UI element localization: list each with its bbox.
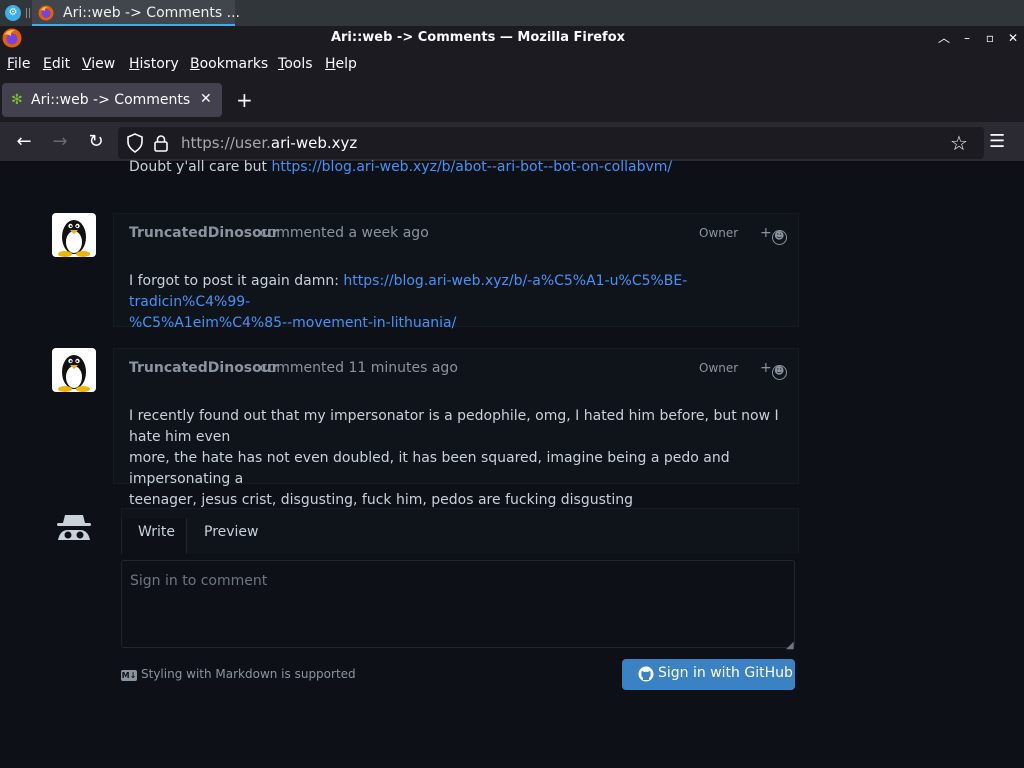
- comment-author[interactable]: TruncatedDinosour: [129, 360, 279, 376]
- add-reaction-button[interactable]: + ☻: [760, 360, 787, 380]
- tracking-shield-icon[interactable]: [126, 133, 144, 153]
- forward-arrow-icon[interactable]: →: [49, 131, 71, 153]
- owner-badge: Owner: [699, 361, 739, 375]
- bookmark-star-icon[interactable]: ☆: [950, 131, 968, 155]
- taskbar-separator: [26, 8, 30, 18]
- firefox-icon: [38, 5, 54, 21]
- tux-penguin-icon: [52, 348, 96, 392]
- comment-time[interactable]: 11 minutes ago: [348, 360, 457, 376]
- add-reaction-button[interactable]: + ☻: [760, 225, 787, 245]
- comment-body: Doubt y'all care but https://blog.ari-we…: [129, 159, 673, 175]
- reload-icon[interactable]: ↻: [85, 131, 107, 153]
- app-menu-icon[interactable]: ☰: [989, 131, 1005, 152]
- chevron-up-icon[interactable]: ︿: [935, 29, 953, 47]
- markdown-icon: M↓: [121, 670, 137, 681]
- close-tab-icon[interactable]: ✕: [200, 91, 212, 107]
- menu-file[interactable]: File: [7, 56, 30, 72]
- resize-handle-icon[interactable]: ◢: [786, 640, 794, 651]
- menu-tools[interactable]: Tools: [278, 56, 313, 72]
- tab-write-label: Write: [138, 524, 175, 540]
- lock-icon[interactable]: [153, 134, 169, 152]
- comment-body: I forgot to post it again damn: https://…: [129, 273, 688, 331]
- window-title: Ari::web -> Comments — Mozilla Firefox: [330, 30, 626, 45]
- site-favicon-icon: ✻: [11, 92, 23, 108]
- menu-edit[interactable]: Edit: [43, 56, 70, 72]
- maximize-button[interactable]: ▫: [981, 29, 999, 47]
- comment-textarea[interactable]: Sign in to comment: [121, 560, 795, 648]
- smiley-icon: ☻: [771, 230, 787, 245]
- comment-line: more, the hate has not even doubled, it …: [129, 450, 730, 487]
- markdown-note: Styling with Markdown is supported: [141, 667, 356, 681]
- minimize-button[interactable]: –: [958, 29, 976, 47]
- back-arrow-icon[interactable]: ←: [13, 131, 35, 153]
- comment-author[interactable]: TruncatedDinosour: [129, 225, 279, 241]
- avatar[interactable]: [52, 348, 96, 392]
- tab-label: Ari::web -> Comments: [31, 92, 191, 108]
- anonymous-user-icon: [57, 515, 91, 540]
- comment-link[interactable]: https://blog.ari-web.xyz/b/abot--ari-bot…: [271, 159, 672, 175]
- screen: ⚙ Ari::web -> Comments ... Ari::web -> C…: [0, 0, 1024, 768]
- comment-meta: commented 11 minutes ago: [260, 360, 458, 376]
- comment-body: I recently found out that my impersonato…: [129, 406, 789, 511]
- app-launcher-icon[interactable]: ⚙: [5, 5, 21, 21]
- menu-view[interactable]: View: [82, 56, 115, 72]
- sign-in-with-github-button[interactable]: Sign in with GitHub: [622, 659, 795, 690]
- comment-time[interactable]: a week ago: [348, 225, 428, 241]
- close-window-button[interactable]: ✕: [1004, 29, 1022, 47]
- comment-meta: commented a week ago: [260, 225, 429, 241]
- smiley-icon: ☻: [771, 365, 787, 380]
- new-tab-icon[interactable]: +: [236, 88, 253, 112]
- github-icon: [638, 666, 654, 682]
- sign-in-label: Sign in with GitHub: [658, 665, 793, 681]
- comment-line: I recently found out that my impersonato…: [129, 408, 779, 445]
- menu-history[interactable]: History: [129, 56, 179, 72]
- tab-preview[interactable]: Preview: [204, 524, 259, 540]
- avatar[interactable]: [52, 213, 96, 257]
- menu-help[interactable]: Help: [325, 56, 357, 72]
- menu-bookmarks[interactable]: Bookmarks: [190, 56, 268, 72]
- tux-penguin-icon: [52, 213, 96, 257]
- owner-badge: Owner: [699, 226, 739, 240]
- taskbar-window-title: Ari::web -> Comments ...: [63, 5, 240, 21]
- url-text[interactable]: https://user.ari-web.xyz: [181, 134, 357, 152]
